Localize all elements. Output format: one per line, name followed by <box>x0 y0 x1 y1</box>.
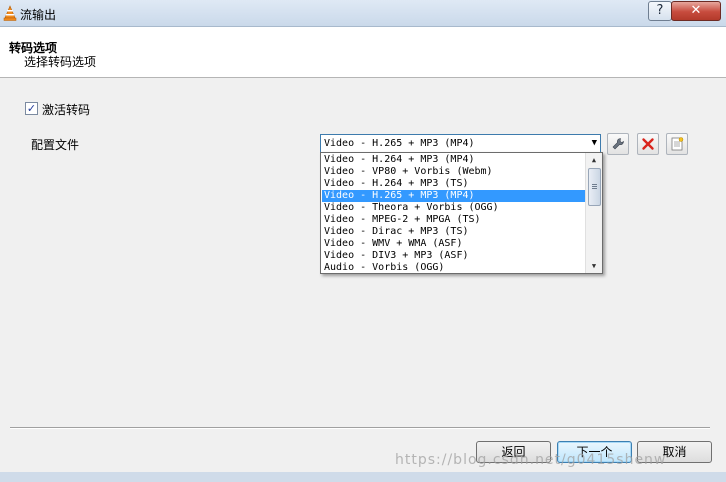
profile-option[interactable]: Video - WMV + WMA (ASF) <box>322 238 586 250</box>
grip-line <box>592 184 597 185</box>
grip-line <box>592 188 597 189</box>
edit-profile-button[interactable] <box>607 133 629 155</box>
profile-option[interactable]: Video - H.264 + MP3 (MP4) <box>322 154 586 166</box>
red-x-icon <box>642 138 654 150</box>
page-subtitle: 选择转码选项 <box>24 55 97 69</box>
close-window-button[interactable]: ✕ <box>671 1 721 21</box>
profile-option[interactable]: Video - MPEG-2 + MPGA (TS) <box>322 214 586 226</box>
scroll-up-arrow-icon[interactable]: ▲ <box>586 153 602 167</box>
footer-divider <box>10 427 710 429</box>
activate-transcode-checkbox[interactable]: ✓ <box>25 102 38 115</box>
wrench-icon <box>612 138 624 150</box>
stream-output-dialog: 流输出 ? ✕ 转码选项 选择转码选项 ✓ 激活转码 配置文件 Video - … <box>0 0 726 482</box>
delete-profile-button[interactable] <box>637 133 659 155</box>
watermark-text: https://blog.csdn.net/g0415shenw <box>395 452 667 468</box>
profile-label: 配置文件 <box>31 138 80 152</box>
profile-option[interactable]: Video - H.264 + MP3 (TS) <box>322 178 586 190</box>
scrollbar-thumb[interactable] <box>588 168 601 206</box>
wizard-header: 转码选项 选择转码选项 <box>0 27 726 78</box>
window-bottom-edge <box>0 472 726 482</box>
chevron-down-icon[interactable]: ▼ <box>592 138 597 148</box>
title-bar: 流输出 ? ✕ <box>0 0 726 27</box>
profile-option[interactable]: Video - VP80 + Vorbis (Webm) <box>322 166 586 178</box>
grip-line <box>592 186 597 187</box>
profile-option-selected[interactable]: Video - H.265 + MP3 (MP4) <box>322 190 586 202</box>
profile-option[interactable]: Video - Theora + Vorbis (OGG) <box>322 202 586 214</box>
dropdown-scrollbar[interactable]: ▲ ▼ <box>585 153 602 273</box>
help-button[interactable]: ? <box>648 1 672 21</box>
scroll-down-arrow-icon[interactable]: ▼ <box>586 259 602 273</box>
profile-option[interactable]: Video - DIV3 + MP3 (ASF) <box>322 250 586 262</box>
window-title: 流输出 <box>20 8 57 22</box>
new-document-icon <box>671 137 684 151</box>
new-profile-button[interactable] <box>666 133 688 155</box>
profile-option[interactable]: Video - Dirac + MP3 (TS) <box>322 226 586 238</box>
profile-select-value: Video - H.265 + MP3 (MP4) <box>324 138 475 149</box>
vlc-cone-icon <box>3 5 17 21</box>
profile-select[interactable]: Video - H.265 + MP3 (MP4) ▼ <box>320 134 601 154</box>
profile-option[interactable]: Audio - Vorbis (OGG) <box>322 262 586 273</box>
activate-transcode-label[interactable]: 激活转码 <box>42 101 90 118</box>
profile-dropdown-list[interactable]: Video - H.264 + MP3 (MP4) Video - VP80 +… <box>320 152 603 274</box>
